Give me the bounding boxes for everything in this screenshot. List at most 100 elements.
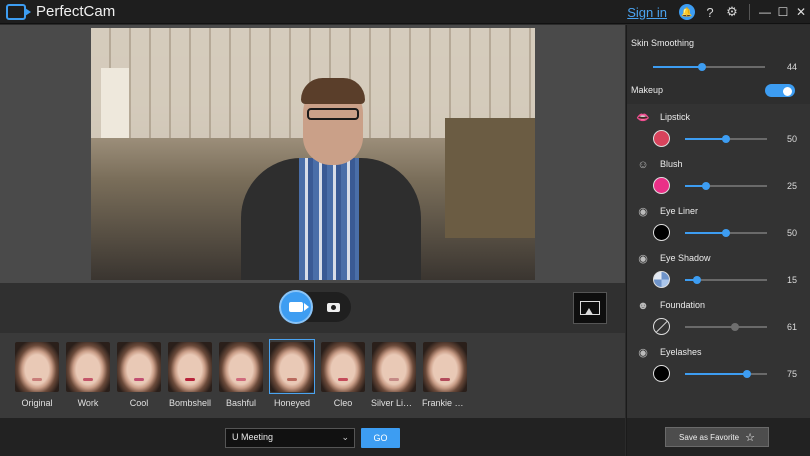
gallery-button[interactable]: [573, 292, 607, 324]
makeup-item-eye-liner: ◉ Eye Liner 50: [627, 199, 810, 246]
preset-silver-lining[interactable]: Silver Lini...: [371, 339, 417, 408]
skin-smoothing-label: Skin Smoothing: [631, 38, 695, 48]
preset-lips: [389, 378, 399, 381]
makeup-item-blush: ☺ Blush 25: [627, 152, 810, 199]
foundation-slider[interactable]: [685, 323, 767, 331]
preset-lips: [440, 378, 450, 381]
preset-label: Bashful: [225, 398, 257, 408]
gallery-icon: [580, 301, 600, 315]
settings-icon[interactable]: ⚙: [721, 0, 743, 24]
makeup-header: Makeup: [627, 82, 810, 104]
preset-thumbnail: [168, 342, 212, 392]
background-window: [101, 68, 129, 138]
eye-shadow-icon: ◉: [638, 253, 648, 265]
main-area: Original Work Cool Bombshell Bashful Hon…: [0, 25, 625, 456]
minimize-button[interactable]: —: [756, 0, 774, 24]
app-title: PerfectCam: [36, 3, 116, 20]
save-as-favorite-label: Save as Favorite: [679, 432, 740, 442]
sign-in-link[interactable]: Sign in: [627, 5, 667, 20]
preset-label: Honeyed: [273, 398, 311, 408]
blush-icon: ☺: [637, 159, 649, 171]
eye-liner-slider[interactable]: [685, 229, 767, 237]
makeup-item-label: Eyelashes: [660, 347, 702, 357]
slider-handle[interactable]: [742, 370, 751, 378]
chevron-down-icon: ⌄: [341, 432, 349, 442]
makeup-item-foundation: ☻ Foundation 61: [627, 293, 810, 340]
skin-smoothing-slider[interactable]: [653, 63, 765, 71]
color-swatch[interactable]: [653, 365, 670, 382]
preset-lips: [338, 378, 348, 381]
slider-fill: [685, 138, 726, 140]
color-swatch[interactable]: [653, 224, 670, 241]
makeup-toggle[interactable]: [765, 84, 795, 97]
title-bar: PerfectCam Sign in 🔔 ? ⚙ — ☐ ✕: [0, 0, 810, 24]
preset-original[interactable]: Original: [14, 339, 60, 408]
meeting-bar: U Meeting ⌄ GO: [0, 418, 625, 456]
preset-label: Original: [21, 398, 53, 408]
lipstick-slider[interactable]: [685, 135, 767, 143]
notification-icon[interactable]: 🔔: [679, 4, 695, 20]
perfectcam-logo-icon: [6, 3, 31, 20]
eye-liner-icon: ◉: [638, 206, 648, 218]
video-camera-icon[interactable]: [279, 290, 313, 324]
preset-lips: [287, 378, 297, 381]
preset-label: Cleo: [333, 398, 353, 408]
preset-lips: [185, 378, 195, 381]
eyelashes-icon: ◉: [638, 347, 648, 359]
close-button[interactable]: ✕: [792, 0, 810, 24]
preset-thumbnail: [321, 342, 365, 392]
color-swatch[interactable]: [653, 271, 670, 288]
preset-label: Frankie R...: [422, 398, 468, 408]
slider-fill: [685, 373, 747, 375]
makeup-item-value: 15: [786, 275, 797, 285]
color-swatch[interactable]: [653, 177, 670, 194]
preset-label: Work: [77, 398, 99, 408]
makeup-item-eyelashes: ◉ Eyelashes 75: [627, 340, 810, 387]
preset-honeyed[interactable]: Honeyed: [269, 339, 315, 408]
slider-fill: [685, 326, 736, 328]
no-color-swatch[interactable]: [653, 318, 670, 335]
capture-mode-toggle[interactable]: [279, 290, 351, 324]
photo-camera-icon[interactable]: [325, 300, 341, 314]
person-glasses: [307, 108, 359, 120]
preset-thumbnail: [15, 342, 59, 392]
skin-smoothing-value: 44: [786, 62, 797, 72]
preset-bashful[interactable]: Bashful: [218, 339, 264, 408]
slider-fill: [653, 66, 703, 68]
preset-cleo[interactable]: Cleo: [320, 339, 366, 408]
go-button[interactable]: GO: [361, 428, 400, 448]
save-as-favorite-button[interactable]: Save as Favorite ☆: [665, 427, 769, 447]
color-swatch[interactable]: [653, 130, 670, 147]
slider-handle[interactable]: [722, 229, 730, 237]
eyelashes-slider[interactable]: [685, 370, 767, 378]
slider-handle[interactable]: [698, 63, 707, 71]
preset-cool[interactable]: Cool: [116, 339, 162, 408]
preset-bombshell[interactable]: Bombshell: [167, 339, 213, 408]
slider-handle[interactable]: [693, 276, 702, 284]
meeting-app-select[interactable]: U Meeting ⌄: [225, 428, 355, 448]
slider-handle[interactable]: [701, 182, 710, 190]
slider-handle[interactable]: [722, 135, 730, 143]
preset-lips: [236, 378, 246, 381]
preset-label: Cool: [129, 398, 149, 408]
maximize-button[interactable]: ☐: [774, 0, 792, 24]
foundation-icon: ☻: [637, 300, 649, 312]
capture-controls: [0, 283, 625, 333]
preset-work[interactable]: Work: [65, 339, 111, 408]
preset-frankie[interactable]: Frankie R...: [422, 339, 468, 408]
makeup-item-value: 50: [786, 134, 797, 144]
preset-thumbnail: [117, 342, 161, 392]
person-shirt: [299, 158, 359, 280]
help-icon[interactable]: ?: [699, 0, 721, 24]
preset-label: Bombshell: [168, 398, 212, 408]
preset-label: Silver Lini...: [371, 398, 417, 408]
preset-thumbnail: [423, 342, 467, 392]
makeup-item-label: Blush: [660, 159, 683, 169]
makeup-label: Makeup: [631, 85, 664, 95]
makeup-item-label: Foundation: [660, 300, 706, 310]
slider-handle[interactable]: [731, 323, 740, 331]
eye-shadow-slider[interactable]: [685, 276, 767, 284]
blush-slider[interactable]: [685, 182, 767, 190]
preset-thumbnail: [372, 342, 416, 392]
makeup-item-value: 25: [786, 181, 797, 191]
